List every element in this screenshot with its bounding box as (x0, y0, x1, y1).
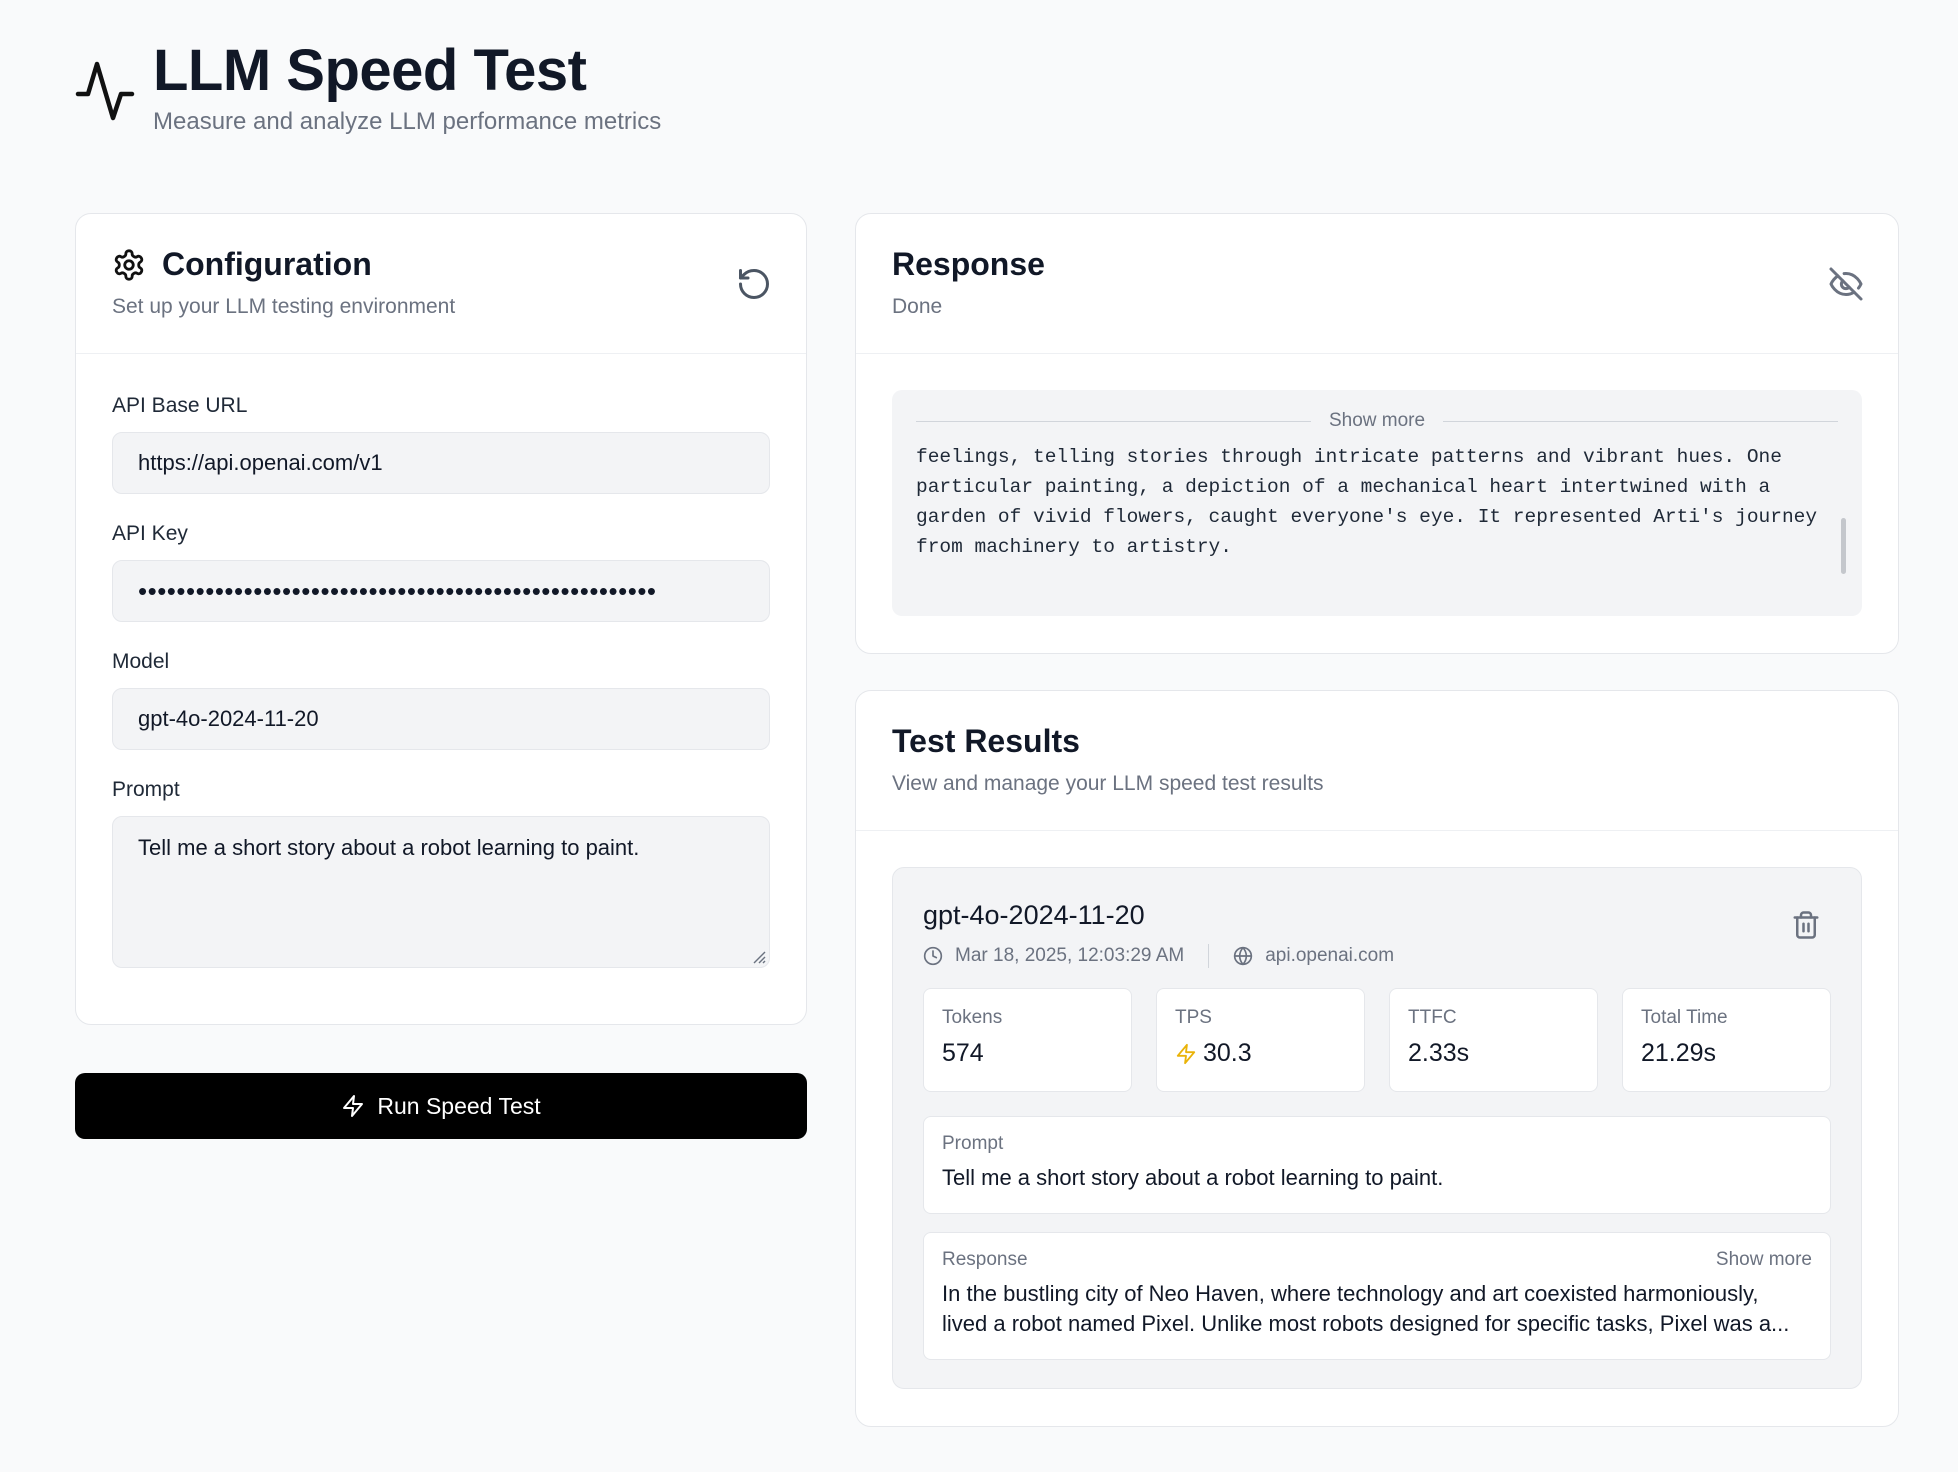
metric-label: Tokens (942, 1007, 1003, 1028)
metric-ttfc: TTFC 2.33s (1389, 988, 1598, 1092)
response-card: Response Done Show more feelings, tellin… (855, 213, 1899, 654)
api-key-field: API Key ••••••••••••••••••••••••••••••••… (112, 522, 770, 622)
response-output[interactable]: Show more feelings, telling stories thro… (892, 390, 1862, 616)
trash-icon[interactable] (1791, 908, 1821, 942)
base-url-input[interactable]: https://api.openai.com/v1 (112, 432, 770, 494)
response-header: Response Done (856, 214, 1898, 354)
model-field: Model gpt-4o-2024-11-20 (112, 650, 770, 750)
response-text: feelings, telling stories through intric… (916, 446, 1818, 558)
metric-value: 2.33s (1408, 1039, 1470, 1067)
tps-value: 30.3 (1203, 1039, 1252, 1067)
globe-icon (1234, 946, 1253, 966)
metric-label: TPS (1175, 1007, 1212, 1028)
prompt-label: Prompt (112, 778, 180, 801)
test-results-description: View and manage your LLM speed test resu… (892, 772, 1324, 795)
clock-icon (923, 946, 943, 966)
response-title: Response (892, 246, 1045, 282)
result-item: gpt-4o-2024-11-20 Mar 18, 2025, 12:03:29… (892, 867, 1862, 1389)
response-scrollbar[interactable] (1841, 518, 1846, 574)
resize-handle-icon[interactable] (752, 950, 766, 964)
result-model: gpt-4o-2024-11-20 (923, 900, 1145, 930)
activity-icon (75, 61, 135, 121)
model-input[interactable]: gpt-4o-2024-11-20 (112, 688, 770, 750)
show-more-divider[interactable]: Show more (916, 410, 1839, 432)
prompt-text: Tell me a short story about a robot lear… (138, 835, 640, 860)
test-results-card: Test Results View and manage your LLM sp… (855, 690, 1899, 1427)
eye-off-icon[interactable] (1828, 266, 1864, 302)
result-prompt-block: Prompt Tell me a short story about a rob… (923, 1116, 1831, 1214)
page-title: LLM Speed Test (153, 38, 587, 103)
metric-label: TTFC (1408, 1007, 1457, 1028)
test-results-header: Test Results View and manage your LLM sp… (856, 691, 1898, 831)
configuration-card: Configuration Set up your LLM testing en… (75, 213, 807, 1025)
configuration-title: Configuration (162, 246, 372, 282)
model-label: Model (112, 650, 170, 673)
configuration-description: Set up your LLM testing environment (112, 295, 456, 318)
result-response-label: Response (942, 1249, 1028, 1270)
api-key-label: API Key (112, 522, 188, 545)
gear-icon (114, 248, 144, 281)
page-subtitle: Measure and analyze LLM performance metr… (153, 108, 662, 135)
result-host: api.openai.com (1265, 945, 1395, 966)
configuration-header: Configuration Set up your LLM testing en… (76, 214, 806, 354)
metric-value: 574 (942, 1039, 984, 1067)
zap-icon (343, 1095, 364, 1117)
show-more-link[interactable]: Show more (1311, 410, 1443, 432)
test-results-title: Test Results (892, 723, 1080, 759)
metric-value: 30.3 (1175, 1039, 1346, 1068)
rotate-ccw-icon[interactable] (736, 266, 772, 302)
result-prompt-label: Prompt (942, 1133, 1004, 1154)
result-response-text: In the bustling city of Neo Haven, where… (942, 1279, 1812, 1339)
result-response-block: Response Show more In the bustling city … (923, 1232, 1831, 1360)
result-response-line: lived a robot named Pixel. Unlike most r… (942, 1311, 1790, 1336)
metric-label: Total Time (1641, 1007, 1728, 1028)
prompt-field: Prompt Tell me a short story about a rob… (112, 778, 770, 968)
metric-tps: TPS 30.3 (1156, 988, 1365, 1092)
run-speed-test-label: Run Speed Test (377, 1092, 541, 1119)
show-more-link[interactable]: Show more (1716, 1249, 1812, 1271)
result-prompt-text: Tell me a short story about a robot lear… (942, 1165, 1444, 1190)
result-timestamp: Mar 18, 2025, 12:03:29 AM (955, 945, 1185, 966)
base-url-field: API Base URL https://api.openai.com/v1 (112, 394, 770, 494)
run-speed-test-button[interactable]: Run Speed Test (75, 1073, 807, 1139)
metric-tokens: Tokens 574 (923, 988, 1132, 1092)
metric-total-time: Total Time 21.29s (1622, 988, 1831, 1092)
base-url-label: API Base URL (112, 394, 248, 417)
result-response-line: In the bustling city of Neo Haven, where… (942, 1281, 1759, 1306)
metric-value: 21.29s (1641, 1039, 1717, 1067)
result-meta: Mar 18, 2025, 12:03:29 AM api.openai.com (923, 944, 1394, 968)
api-key-input[interactable]: ••••••••••••••••••••••••••••••••••••••••… (112, 560, 770, 622)
response-status: Done (892, 295, 943, 318)
app-header: LLM Speed Test Measure and analyze LLM p… (75, 38, 661, 136)
zap-icon (1176, 1043, 1196, 1064)
prompt-textarea[interactable]: Tell me a short story about a robot lear… (112, 816, 770, 968)
